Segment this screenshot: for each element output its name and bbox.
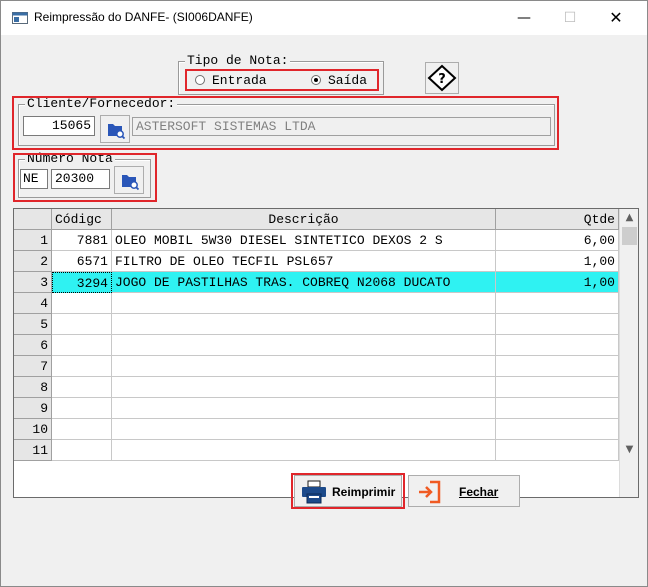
app-window-icon [12, 12, 28, 24]
column-header-descricao[interactable]: Descrição [112, 209, 496, 230]
cell-qtde[interactable] [496, 356, 619, 377]
cell-descricao[interactable]: OLEO MOBIL 5W30 DIESEL SINTETICO DEXOS 2… [112, 230, 496, 251]
row-number: 1 [14, 230, 52, 251]
cell-descricao[interactable] [112, 419, 496, 440]
search-folder-icon [108, 124, 126, 140]
row-number: 4 [14, 293, 52, 314]
cell-codigo[interactable] [52, 293, 112, 314]
radio-saida[interactable]: Saída [311, 74, 367, 88]
dialog-window: Reimpressão do DANFE- (SI006DANFE) — ☐ ✕… [0, 0, 648, 587]
cell-qtde[interactable] [496, 398, 619, 419]
table-row[interactable]: 1 7881 OLEO MOBIL 5W30 DIESEL SINTETICO … [14, 230, 619, 251]
table-row[interactable]: 4 [14, 293, 619, 314]
row-number: 8 [14, 377, 52, 398]
svg-text:?: ? [438, 72, 446, 87]
cell-descricao[interactable] [112, 314, 496, 335]
table-row[interactable]: 6 [14, 335, 619, 356]
cliente-code-field[interactable]: 15065 [23, 116, 95, 136]
cliente-name-field: ASTERSOFT SISTEMAS LTDA [132, 117, 551, 136]
scroll-up-icon[interactable]: ▲ [620, 209, 639, 227]
serie-field[interactable]: NE [20, 169, 48, 189]
close-button[interactable]: ✕ [593, 1, 639, 35]
items-grid[interactable]: Códigc Descrição Qtde 1 7881 OLEO MOBIL … [13, 208, 639, 498]
minimize-button[interactable]: — [501, 1, 547, 35]
cell-descricao[interactable]: JOGO DE PASTILHAS TRAS. COBREQ N2068 DUC… [112, 272, 496, 293]
radio-circle-selected [311, 75, 321, 85]
cell-qtde[interactable]: 6,00 [496, 230, 619, 251]
fechar-label: Fechar [459, 485, 499, 499]
row-number: 10 [14, 419, 52, 440]
table-row[interactable]: 7 [14, 356, 619, 377]
cell-descricao[interactable] [112, 398, 496, 419]
cell-qtde[interactable] [496, 293, 619, 314]
cell-descricao[interactable] [112, 335, 496, 356]
printer-icon [302, 480, 326, 504]
radio-saida-label: Saída [328, 73, 368, 88]
help-diamond-icon: ? [427, 64, 457, 92]
cell-qtde[interactable] [496, 440, 619, 461]
cell-descricao[interactable]: FILTRO DE OLEO TECFIL PSL657 [112, 251, 496, 272]
dialog-body: Tipo de Nota: Entrada Saída ? Cliente/Fo… [5, 38, 643, 584]
exit-arrow-icon [419, 480, 441, 504]
cell-codigo[interactable]: 6571 [52, 251, 112, 272]
grid-corner [14, 209, 52, 230]
cell-descricao[interactable] [112, 293, 496, 314]
cell-codigo[interactable] [52, 398, 112, 419]
reimprimir-button[interactable]: Reimprimir [294, 475, 402, 507]
table-row[interactable]: 9 [14, 398, 619, 419]
cell-codigo[interactable]: 3294 [52, 272, 112, 293]
cell-qtde[interactable] [496, 377, 619, 398]
cell-qtde[interactable]: 1,00 [496, 272, 619, 293]
grid-vertical-scrollbar[interactable]: ▲ ▼ [619, 209, 638, 497]
fechar-button[interactable]: Fechar [408, 475, 520, 507]
table-row[interactable]: 5 [14, 314, 619, 335]
cell-codigo[interactable] [52, 419, 112, 440]
table-row[interactable]: 11 [14, 440, 619, 461]
row-number: 9 [14, 398, 52, 419]
row-number: 6 [14, 335, 52, 356]
nota-search-button[interactable] [114, 166, 144, 194]
cell-codigo[interactable]: 7881 [52, 230, 112, 251]
numero-nota-field[interactable]: 20300 [51, 169, 110, 189]
row-number: 5 [14, 314, 52, 335]
cell-codigo[interactable] [52, 377, 112, 398]
row-number: 3 [14, 272, 52, 293]
radio-entrada-label: Entrada [212, 73, 267, 88]
cliente-search-button[interactable] [100, 115, 130, 143]
scroll-down-icon[interactable]: ▼ [620, 441, 639, 459]
cell-codigo[interactable] [52, 314, 112, 335]
tipo-nota-legend: Tipo de Nota: [185, 53, 291, 69]
reimprimir-label: Reimprimir [332, 485, 396, 499]
cell-qtde[interactable] [496, 314, 619, 335]
row-number: 2 [14, 251, 52, 272]
search-folder-icon [122, 175, 140, 191]
column-header-codigo[interactable]: Códigc [52, 209, 112, 230]
row-number: 11 [14, 440, 52, 461]
cell-codigo[interactable] [52, 335, 112, 356]
column-header-qtde[interactable]: Qtde [496, 209, 619, 230]
maximize-button[interactable]: ☐ [547, 1, 593, 35]
window-title: Reimpressão do DANFE- (SI006DANFE) [34, 10, 253, 24]
radio-circle [195, 75, 205, 85]
table-row[interactable]: 10 [14, 419, 619, 440]
table-row[interactable]: 2 6571 FILTRO DE OLEO TECFIL PSL657 1,00 [14, 251, 619, 272]
cell-codigo[interactable] [52, 440, 112, 461]
row-number: 7 [14, 356, 52, 377]
radio-entrada[interactable]: Entrada [195, 74, 267, 88]
cell-qtde[interactable]: 1,00 [496, 251, 619, 272]
cell-qtde[interactable] [496, 419, 619, 440]
cell-codigo[interactable] [52, 356, 112, 377]
cell-descricao[interactable] [112, 377, 496, 398]
table-row[interactable]: 8 [14, 377, 619, 398]
grid-header-row: Códigc Descrição Qtde [14, 209, 619, 230]
table-row-selected[interactable]: 3 3294 JOGO DE PASTILHAS TRAS. COBREQ N2… [14, 272, 619, 293]
title-bar: Reimpressão do DANFE- (SI006DANFE) — ☐ ✕ [1, 1, 647, 35]
cell-descricao[interactable] [112, 356, 496, 377]
scroll-thumb[interactable] [622, 227, 637, 245]
cell-descricao[interactable] [112, 440, 496, 461]
help-button[interactable]: ? [425, 62, 459, 94]
cell-qtde[interactable] [496, 335, 619, 356]
